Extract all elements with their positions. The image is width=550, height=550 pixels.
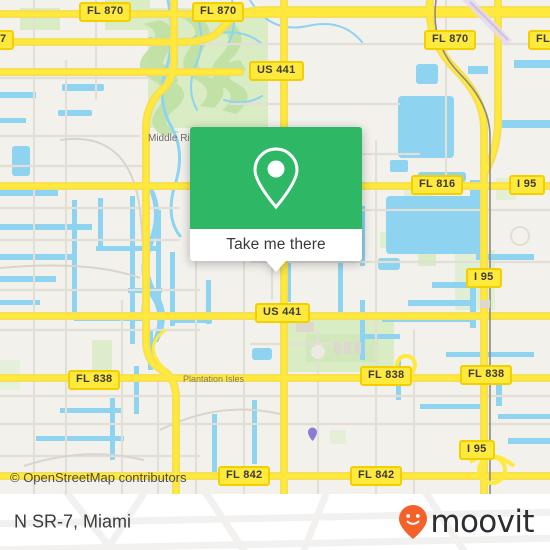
road-shield-fl-838: FL 838	[68, 370, 121, 390]
card-action-bar[interactable]: Take me there	[190, 229, 362, 261]
road-shield-fl-842: FL 842	[218, 466, 271, 486]
road-shield-i-95: I 95	[466, 268, 502, 288]
road-shield-fl-870: FL 870	[79, 2, 132, 22]
road-shield-fl-838: FL 838	[460, 365, 513, 385]
road-shield-us-441: US 441	[249, 61, 304, 81]
road-shield-i-95: I 95	[509, 175, 545, 195]
road-shield-us-441: US 441	[255, 303, 310, 323]
moovit-map-screen: Middle River Plantation Isles FL 870 FL …	[0, 0, 550, 550]
location-pin-icon	[253, 147, 299, 210]
card-pin-area	[190, 127, 362, 229]
road-shield-fl-816: FL 816	[411, 175, 464, 195]
take-me-there-card[interactable]: Take me there	[190, 127, 362, 272]
footer-location-title: N SR-7, Miami	[14, 511, 132, 532]
take-me-there-label: Take me there	[226, 236, 326, 253]
road-shield-fl-838: FL 838	[360, 366, 413, 386]
footer-bar: N SR-7, Miami moovit	[0, 494, 550, 550]
map-attribution[interactable]: © OpenStreetMap contributors	[10, 470, 187, 485]
road-shield-fl-870: FL 870	[528, 30, 550, 50]
moovit-wordmark: moovit	[430, 503, 534, 540]
moovit-logo[interactable]: moovit	[398, 503, 535, 540]
card-pointer-tail	[266, 261, 286, 272]
moovit-pin-smiley-icon	[399, 505, 428, 539]
road-shield-fl-870: FL 870	[424, 30, 477, 50]
road-shield-7: 7	[0, 30, 15, 50]
road-shield-i-95: I 95	[459, 440, 495, 460]
place-label-plantation-isles: Plantation Isles	[183, 374, 245, 384]
road-shield-fl-842: FL 842	[350, 466, 403, 486]
road-shield-fl-870: FL 870	[192, 2, 245, 22]
